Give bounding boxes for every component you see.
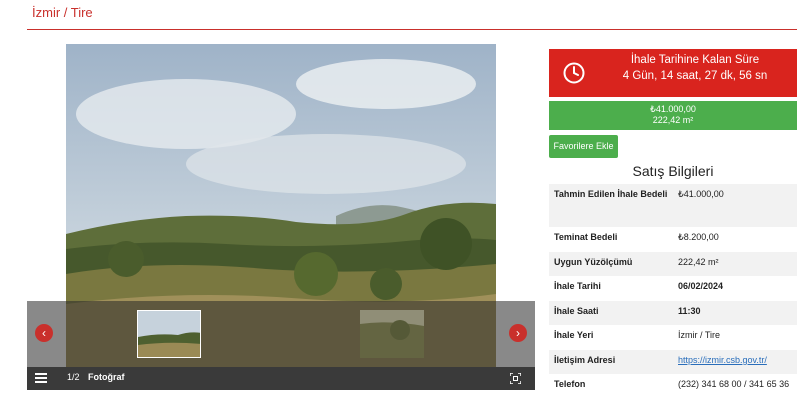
sale-info-table: Tahmin Edilen İhale Bedeli ₺41.000,00 Te… <box>549 184 797 404</box>
add-to-favorites-button[interactable]: Favorilere Ekle <box>549 135 618 158</box>
table-row: Telefon (232) 341 68 00 / 341 65 36 <box>549 374 797 404</box>
table-row: İhale Yeri İzmir / Tire <box>549 325 797 350</box>
row-label: Teminat Bedeli <box>554 232 618 242</box>
row-label: Tahmin Edilen İhale Bedeli <box>554 189 668 199</box>
thumbnail-strip <box>27 301 535 367</box>
gallery-toolbar: 1/2 Fotoğraf <box>27 367 535 390</box>
list-icon[interactable] <box>35 373 47 383</box>
contact-address-link[interactable]: https://izmir.csb.gov.tr/ <box>678 355 767 365</box>
location-title: İzmir / Tire <box>32 5 93 20</box>
row-value: 11:30 <box>678 306 701 316</box>
next-photo-button[interactable]: › <box>509 324 527 342</box>
table-row: İhale Tarihi 06/02/2024 <box>549 276 797 301</box>
price-box: ₺41.000,00 222,42 m² <box>549 101 797 130</box>
row-label: Telefon <box>554 379 586 389</box>
thumbnail-2[interactable] <box>360 310 424 358</box>
row-value: ₺8.200,00 <box>678 232 719 242</box>
page-header: İzmir / Tire <box>27 0 797 30</box>
row-label: İhale Tarihi <box>554 281 601 291</box>
table-row: İhale Saati 11:30 <box>549 301 797 325</box>
row-label: İletişim Adresi <box>554 355 616 365</box>
table-row: Teminat Bedeli ₺8.200,00 <box>549 227 797 252</box>
countdown-title: İhale Tarihine Kalan Süre <box>630 54 760 66</box>
table-row: Tahmin Edilen İhale Bedeli ₺41.000,00 <box>549 184 797 227</box>
photo-gallery: ‹ › 1/2 Fotoğraf <box>27 44 535 390</box>
row-label: İhale Saati <box>554 306 599 316</box>
row-value: İzmir / Tire <box>678 330 720 340</box>
row-value: 06/02/2024 <box>678 281 724 291</box>
price-area: 222,42 m² <box>652 115 694 125</box>
row-value: ₺41.000,00 <box>678 189 724 199</box>
row-value: 222,42 m² <box>678 257 719 267</box>
table-row: Uygun Yüzölçümü 222,42 m² <box>549 252 797 276</box>
auction-countdown: İhale Tarihine Kalan Süre 4 Gün, 14 saat… <box>549 49 797 97</box>
clock-icon <box>563 62 585 84</box>
row-label: Uygun Yüzölçümü <box>554 257 633 267</box>
sale-info-title: Satış Bilgileri <box>632 163 714 179</box>
gallery-label: Fotoğraf <box>88 372 125 382</box>
row-value: (232) 341 68 00 / 341 65 36 <box>678 379 790 389</box>
photo-counter: 1/2 <box>67 372 80 382</box>
countdown-value: 4 Gün, 14 saat, 27 dk, 56 sn <box>622 70 768 82</box>
row-label: İhale Yeri <box>554 330 594 340</box>
previous-photo-button[interactable]: ‹ <box>35 324 53 342</box>
price-amount: ₺41.000,00 <box>650 104 696 114</box>
table-row: İletişim Adresi https://izmir.csb.gov.tr… <box>549 350 797 374</box>
fullscreen-icon[interactable] <box>510 373 521 384</box>
thumbnail-1[interactable] <box>137 310 201 358</box>
